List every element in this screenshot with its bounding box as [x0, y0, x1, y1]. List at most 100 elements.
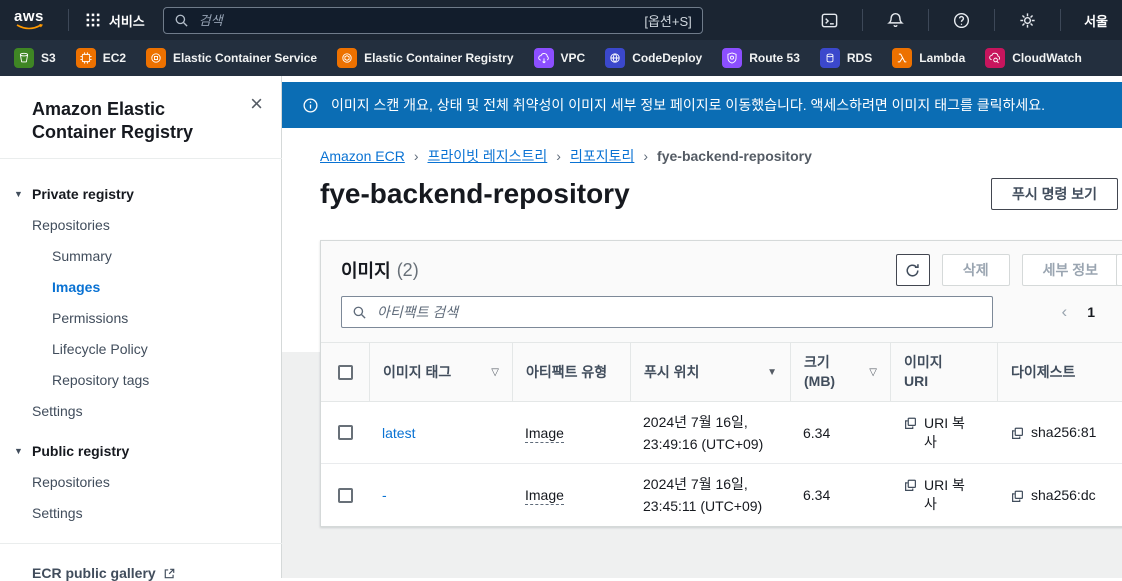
notifications-button[interactable] — [873, 11, 918, 30]
cutoff-action-button[interactable] — [1116, 254, 1122, 286]
table-row: - Image 2024년 7월 16일, 23:45:11 (UTC+09) … — [321, 464, 1122, 526]
sidebar-divider — [0, 543, 282, 544]
view-push-commands-button[interactable]: 푸시 명령 보기 — [990, 178, 1118, 210]
pagination-page-1[interactable]: 1 — [1087, 304, 1095, 320]
image-tag-link[interactable]: latest — [382, 425, 415, 441]
favorite-ecr[interactable]: Elastic Container Registry — [337, 48, 514, 68]
size-value: 6.34 — [803, 424, 831, 441]
breadcrumb-link-private-registry[interactable]: 프라이빗 레지스트리 — [427, 146, 547, 166]
info-icon — [303, 97, 318, 113]
sidebar-item-lifecycle-policy[interactable]: Lifecycle Policy — [52, 341, 257, 357]
copy-icon[interactable] — [903, 416, 918, 431]
topbar-divider — [928, 9, 930, 31]
main-content: 이미지 스캔 개요, 상태 및 전체 취약성이 이미지 세부 정보 페이지로 이… — [282, 76, 1122, 578]
column-header-image-tag[interactable]: 이미지 태그 ▽ — [369, 343, 512, 401]
services-menu-button[interactable]: 서비스 — [79, 7, 151, 34]
lambda-icon — [892, 48, 913, 68]
sidebar-section-private-registry[interactable]: ▼ Private registry — [14, 186, 257, 202]
image-tag-link[interactable]: - — [382, 487, 387, 503]
digest-value: sha256:dc — [1031, 486, 1096, 503]
aws-logo[interactable]: aws — [14, 9, 44, 31]
question-circle-icon — [954, 12, 970, 28]
help-button[interactable] — [939, 11, 984, 30]
ecr-public-gallery-link[interactable]: ECR public gallery — [32, 565, 282, 581]
favorite-lambda[interactable]: Lambda — [892, 48, 965, 68]
pagination-prev-icon[interactable]: ‹ — [1062, 302, 1068, 322]
banner-text: 이미지 스캔 개요, 상태 및 전체 취약성이 이미지 세부 정보 페이지로 이… — [331, 97, 1046, 113]
bell-icon — [887, 12, 904, 27]
details-button[interactable]: 세부 정보 — [1021, 254, 1119, 286]
column-header-size[interactable]: 크기 (MB) ▽ — [790, 343, 890, 401]
sidebar-item-repositories[interactable]: Repositories — [32, 217, 257, 233]
top-nav-bar: aws 서비스 [옵션+S] — [0, 0, 1122, 40]
favorite-cloudwatch[interactable]: CloudWatch — [985, 48, 1082, 68]
copy-icon[interactable] — [1010, 489, 1025, 504]
column-header-digest: 다이제스트 — [997, 343, 1122, 401]
copy-uri-button[interactable]: URI 복사 — [924, 414, 966, 452]
size-value: 6.34 — [803, 487, 831, 503]
artifact-search-box[interactable] — [341, 296, 993, 328]
breadcrumb-separator: › — [556, 148, 561, 164]
row-checkbox[interactable] — [337, 425, 353, 440]
delete-button[interactable]: 삭제 — [941, 254, 1010, 286]
refresh-button[interactable] — [895, 254, 930, 286]
row-checkbox[interactable] — [337, 487, 353, 503]
topbar-divider — [67, 9, 69, 31]
pushed-time: 23:49:16 (UTC+09) — [643, 435, 764, 452]
digest-value: sha256:81 — [1031, 424, 1097, 440]
artifact-type-value: Image — [525, 424, 564, 443]
favorite-codedeploy[interactable]: CodeDeploy — [605, 48, 702, 68]
sidebar-item-images[interactable]: Images — [52, 279, 257, 295]
sidebar-item-public-repositories[interactable]: Repositories — [32, 474, 257, 490]
favorite-vpc[interactable]: VPC — [533, 48, 585, 68]
images-panel: 이미지 (2) 삭제 세부 정보 아티팩트 검색 ‹ 1 이미지 태그 ▽ 아티… — [320, 240, 1122, 527]
breadcrumb-link-repositories[interactable]: 리포지토리 — [570, 146, 634, 166]
images-panel-header: 이미지 (2) 삭제 세부 정보 아티팩트 검색 ‹ 1 — [321, 241, 1122, 342]
sidebar-item-permissions[interactable]: Permissions — [52, 310, 257, 326]
sidebar-item-summary[interactable]: Summary — [52, 248, 257, 264]
codedeploy-icon — [605, 48, 626, 68]
cloudshell-button[interactable] — [807, 11, 852, 30]
global-search-box[interactable]: [옵션+S] — [162, 6, 703, 34]
sort-icon[interactable]: ▽ — [491, 367, 499, 378]
favorite-s3[interactable]: S3 — [14, 48, 56, 68]
sidebar-item-repository-tags[interactable]: Repository tags — [52, 372, 257, 388]
panel-title: 이미지 — [341, 261, 391, 281]
sidebar: Amazon Elastic Container Registry × ▼ Pr… — [0, 76, 282, 581]
select-all-checkbox[interactable] — [337, 364, 353, 380]
sidebar-item-public-settings[interactable]: Settings — [32, 505, 257, 521]
sort-icon[interactable]: ▽ — [869, 367, 877, 378]
page-header: fye-backend-repository 푸시 명령 보기 — [320, 178, 1118, 210]
sidebar-close-icon[interactable]: × — [250, 93, 263, 115]
pushed-date: 2024년 7월 16일, — [643, 476, 748, 492]
route53-icon — [722, 48, 743, 68]
gear-icon — [1020, 12, 1035, 28]
breadcrumb: Amazon ECR › 프라이빗 레지스트리 › 리포지토리 › fye-ba… — [320, 146, 1118, 166]
sidebar-section-public-registry[interactable]: ▼ Public registry — [14, 443, 257, 459]
favorite-ec2[interactable]: EC2 — [75, 48, 126, 68]
aws-smile-icon — [16, 23, 43, 29]
sidebar-item-settings[interactable]: Settings — [32, 403, 257, 419]
column-header-pushed-at[interactable]: 푸시 위치 ▼ — [630, 343, 790, 401]
favorite-ecs[interactable]: Elastic Container Service — [146, 48, 317, 68]
favorite-rds[interactable]: RDS — [819, 48, 872, 68]
page-title: fye-backend-repository — [320, 178, 630, 209]
copy-uri-button[interactable]: URI 복사 — [924, 476, 966, 514]
copy-icon[interactable] — [903, 478, 918, 493]
copy-icon[interactable] — [1010, 426, 1025, 441]
sort-desc-icon[interactable]: ▼ — [767, 367, 777, 378]
breadcrumb-link-amazon-ecr[interactable]: Amazon ECR — [320, 148, 405, 164]
breadcrumb-separator: › — [643, 148, 649, 164]
favorite-route53[interactable]: Route 53 — [722, 48, 800, 68]
region-selector[interactable]: 서울 — [1071, 11, 1108, 30]
search-icon — [175, 14, 188, 27]
settings-button[interactable] — [1005, 11, 1050, 30]
global-search-input[interactable] — [196, 11, 637, 29]
breadcrumb-separator: › — [413, 148, 419, 164]
ec2-icon — [75, 48, 96, 68]
sidebar-divider — [0, 158, 282, 159]
breadcrumb-current: fye-backend-repository — [657, 148, 812, 164]
artifact-search-input[interactable] — [375, 303, 982, 321]
table-header-row: 이미지 태그 ▽ 아티팩트 유형 푸시 위치 ▼ 크기 (MB) ▽ 이미지 U… — [321, 342, 1122, 402]
pushed-time: 23:45:11 (UTC+09) — [643, 498, 763, 514]
